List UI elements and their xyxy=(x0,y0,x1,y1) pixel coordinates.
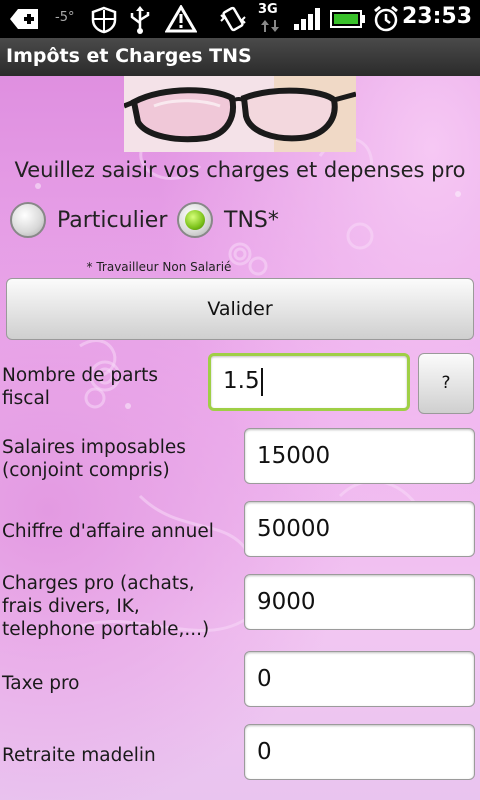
validate-button[interactable]: Valider xyxy=(6,278,474,340)
field-label-charges-pro: Charges pro (achats, frais divers, IK, t… xyxy=(2,573,210,640)
tns-footnote: * Travailleur Non Salarié xyxy=(86,260,232,274)
radio-tns[interactable] xyxy=(177,202,213,238)
vibrate-icon xyxy=(220,6,246,32)
parts-fiscal-input[interactable]: 1.5 xyxy=(208,353,410,411)
app-title: Impôts et Charges TNS xyxy=(6,45,252,67)
battery-icon xyxy=(330,10,365,28)
field-label-parts: Nombre de parts fiscal xyxy=(2,365,158,409)
retraite-madelin-input[interactable]: 0 xyxy=(244,724,475,780)
salaires-input[interactable]: 15000 xyxy=(244,428,475,484)
charges-pro-input[interactable]: 9000 xyxy=(244,574,475,630)
text-cursor xyxy=(260,367,263,396)
help-button[interactable]: ? xyxy=(418,353,474,414)
main-content: Veuillez saisir vos charges et depenses … xyxy=(0,76,480,800)
glasses-illustration xyxy=(124,76,356,152)
taxe-pro-value: 0 xyxy=(257,666,272,692)
data-arrows-icon xyxy=(261,20,279,32)
field-label-retraite-madelin: Retraite madelin xyxy=(2,745,156,766)
taxe-pro-input[interactable]: 0 xyxy=(244,651,475,707)
usb-icon xyxy=(130,6,150,34)
glasses-banner-image xyxy=(124,76,356,152)
charges-pro-value: 9000 xyxy=(257,589,316,615)
status-bar: -5° 3G 23:53 xyxy=(0,0,480,38)
validate-button-label: Valider xyxy=(207,298,273,320)
retraite-madelin-value: 0 xyxy=(257,739,272,765)
radio-tns-label[interactable]: TNS* xyxy=(224,208,279,233)
instruction-text: Veuillez saisir vos charges et depenses … xyxy=(14,158,466,182)
field-label-chiffre-affaire: Chiffre d'affaire annuel xyxy=(2,521,214,542)
clock-text: 23:53 xyxy=(401,4,472,29)
network-type-text: 3G xyxy=(258,2,278,17)
radio-particulier[interactable] xyxy=(10,202,46,238)
field-label-salaires: Salaires imposables (conjoint compris) xyxy=(2,437,186,481)
alarm-icon xyxy=(374,5,398,32)
radio-tns-selected-dot xyxy=(185,210,205,230)
title-bar: Impôts et Charges TNS xyxy=(0,38,480,77)
radio-particulier-label[interactable]: Particulier xyxy=(57,208,167,233)
parts-fiscal-value: 1.5 xyxy=(223,368,260,394)
add-notification-icon xyxy=(10,9,38,29)
warning-icon xyxy=(165,5,197,33)
shield-icon xyxy=(91,6,117,34)
field-label-taxe-pro: Taxe pro xyxy=(2,673,80,694)
temperature-text: -5° xyxy=(55,10,75,25)
signal-icon xyxy=(294,8,320,30)
chiffre-affaire-input[interactable]: 50000 xyxy=(244,501,475,557)
help-button-label: ? xyxy=(441,373,451,393)
salaires-value: 15000 xyxy=(257,443,331,469)
chiffre-affaire-value: 50000 xyxy=(257,516,331,542)
